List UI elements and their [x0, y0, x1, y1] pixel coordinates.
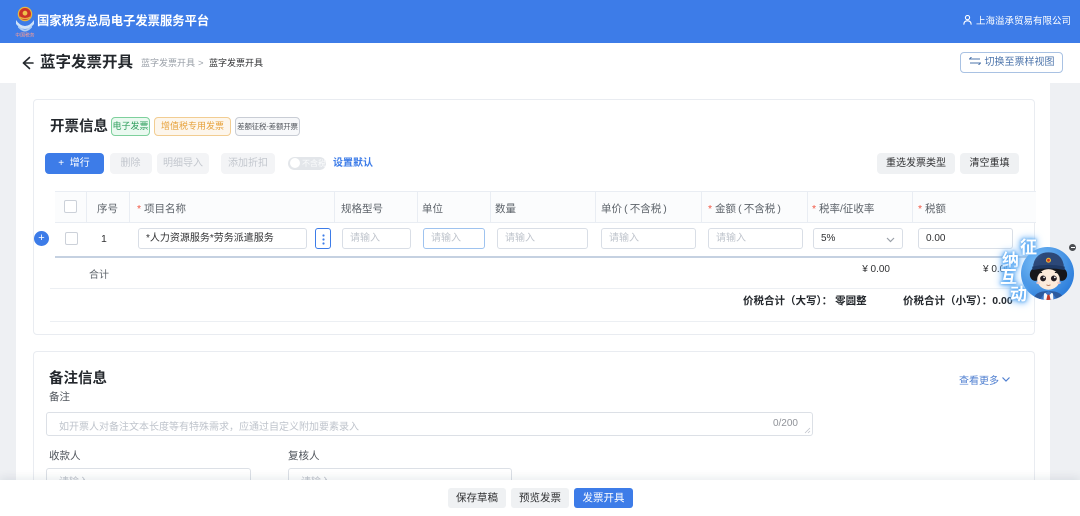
svg-text:中国税务: 中国税务 [15, 32, 34, 39]
